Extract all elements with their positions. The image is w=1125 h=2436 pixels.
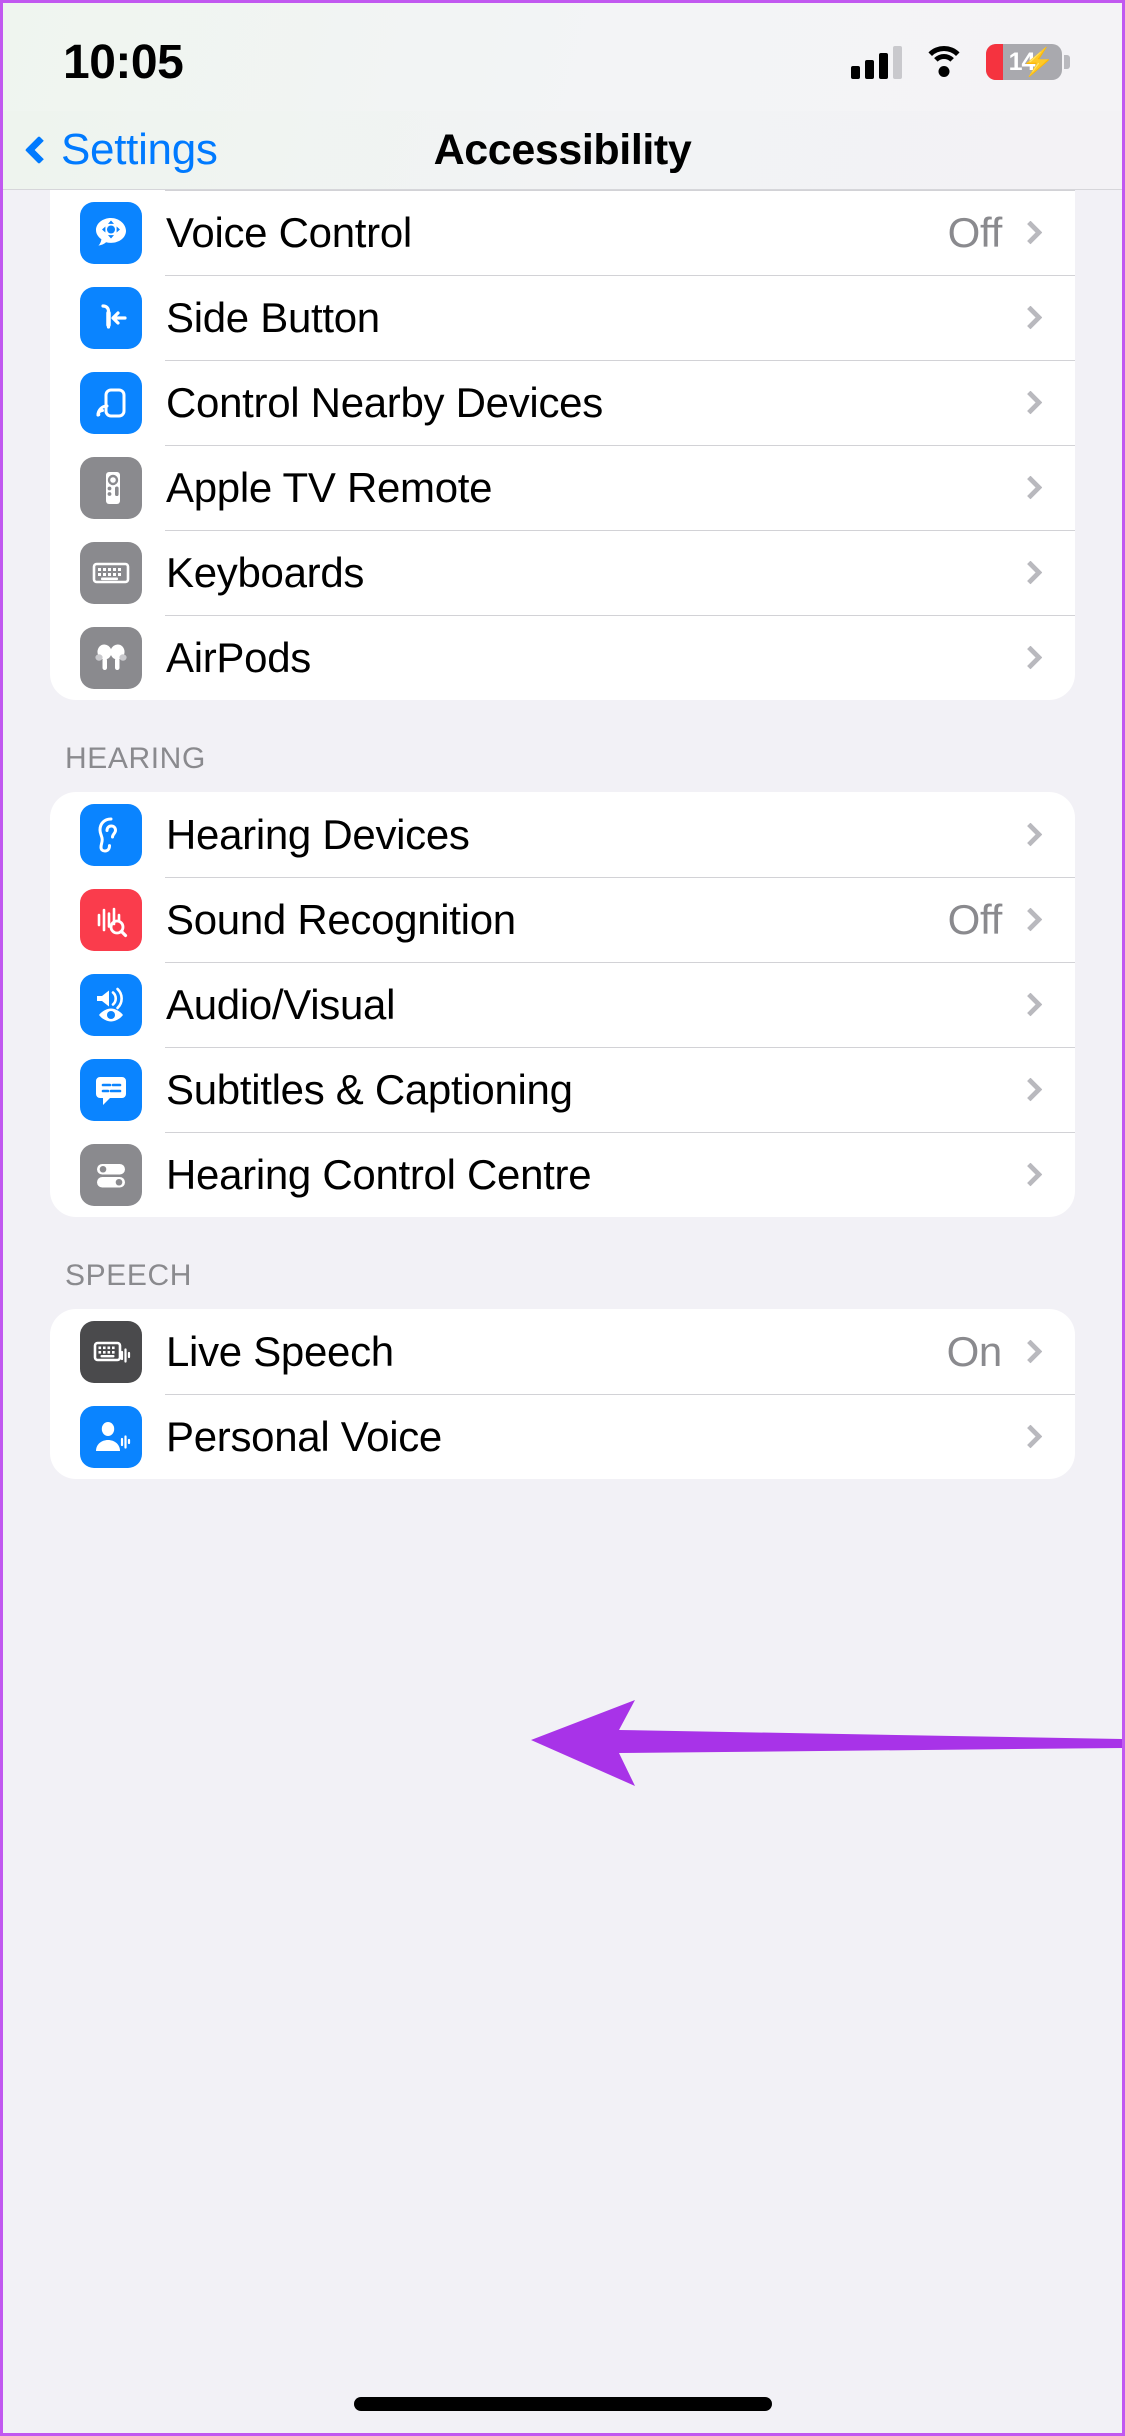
back-button[interactable]: Settings (3, 125, 218, 175)
chevron-right-icon (1018, 390, 1043, 415)
subtitles-icon (80, 1058, 142, 1121)
chevron-right-icon (1018, 907, 1043, 932)
row-label: Side Button (166, 293, 380, 341)
annotation-arrow (531, 1700, 1122, 1786)
battery-icon: 14 ⚡ (986, 44, 1070, 80)
row-label: Hearing Devices (166, 810, 470, 858)
row-label: Personal Voice (166, 1412, 442, 1460)
row-audio-visual[interactable]: Audio/Visual (50, 962, 1075, 1047)
row-voice-control[interactable]: Voice Control Off (50, 190, 1075, 275)
chevron-right-icon (1018, 1424, 1043, 1449)
settings-group-interaction: Voice Control Off Side Button Control Ne… (50, 190, 1075, 700)
chevron-right-icon (1018, 1339, 1043, 1364)
row-label: Subtitles & Captioning (166, 1065, 573, 1113)
ear-icon (80, 803, 142, 866)
cellular-signal-icon (851, 45, 902, 79)
section-header-hearing: HEARING (65, 742, 206, 775)
control-nearby-devices-icon (80, 371, 142, 434)
wifi-icon (922, 45, 966, 79)
settings-group-hearing: Hearing Devices Sound Recognition Off Au… (50, 792, 1075, 1217)
row-side-button[interactable]: Side Button (50, 275, 1075, 360)
settings-list[interactable]: Voice Control Off Side Button Control Ne… (3, 190, 1122, 2433)
row-sound-recognition[interactable]: Sound Recognition Off (50, 877, 1075, 962)
row-label: Voice Control (166, 208, 412, 256)
row-label: AirPods (166, 633, 311, 681)
live-speech-icon (80, 1320, 142, 1383)
status-time: 10:05 (63, 35, 184, 89)
keyboard-icon (80, 541, 142, 604)
chevron-right-icon (1018, 992, 1043, 1017)
row-hearing-control-centre[interactable]: Hearing Control Centre (50, 1132, 1075, 1217)
section-header-speech: SPEECH (65, 1259, 192, 1292)
settings-group-speech: Live Speech On Personal Voice (50, 1309, 1075, 1479)
row-value: Off (947, 895, 1003, 943)
row-control-nearby-devices[interactable]: Control Nearby Devices (50, 360, 1075, 445)
row-label: Control Nearby Devices (166, 378, 603, 426)
personal-voice-icon (80, 1405, 142, 1468)
row-apple-tv-remote[interactable]: Apple TV Remote (50, 445, 1075, 530)
audio-visual-icon (80, 973, 142, 1036)
row-label: Apple TV Remote (166, 463, 493, 511)
chevron-right-icon (1018, 560, 1043, 585)
home-indicator (353, 2397, 772, 2411)
chevron-left-icon (24, 135, 54, 165)
row-label: Sound Recognition (166, 895, 516, 943)
apple-tv-remote-icon (80, 456, 142, 519)
back-button-label: Settings (61, 125, 218, 174)
chevron-right-icon (1018, 305, 1043, 330)
row-personal-voice[interactable]: Personal Voice (50, 1394, 1075, 1479)
row-live-speech[interactable]: Live Speech On (50, 1309, 1075, 1394)
chevron-right-icon (1018, 1162, 1043, 1187)
row-airpods[interactable]: AirPods (50, 615, 1075, 700)
row-label: Live Speech (166, 1327, 394, 1375)
chevron-right-icon (1018, 822, 1043, 847)
row-value: Off (947, 208, 1003, 256)
hearing-control-centre-icon (80, 1143, 142, 1206)
side-button-icon (80, 286, 142, 349)
navigation-bar: Settings Accessibility (3, 111, 1122, 190)
status-bar: 10:05 14 ⚡ (3, 3, 1122, 111)
chevron-right-icon (1018, 220, 1043, 245)
chevron-right-icon (1018, 475, 1043, 500)
sound-recognition-icon (80, 888, 142, 951)
status-indicators: 14 ⚡ (851, 44, 1070, 80)
charging-bolt-icon: ⚡ (1021, 46, 1055, 77)
row-value: On (946, 1327, 1003, 1375)
airpods-icon (80, 626, 142, 689)
row-label: Hearing Control Centre (166, 1150, 592, 1198)
row-keyboards[interactable]: Keyboards (50, 530, 1075, 615)
chevron-right-icon (1018, 1077, 1043, 1102)
chevron-right-icon (1018, 645, 1043, 670)
row-label: Keyboards (166, 548, 365, 596)
iphone-screen: 10:05 14 ⚡ Settings Accessibility Voice … (0, 0, 1125, 2436)
row-subtitles-captioning[interactable]: Subtitles & Captioning (50, 1047, 1075, 1132)
voice-control-icon (80, 201, 142, 264)
row-label: Audio/Visual (166, 980, 396, 1028)
row-hearing-devices[interactable]: Hearing Devices (50, 792, 1075, 877)
